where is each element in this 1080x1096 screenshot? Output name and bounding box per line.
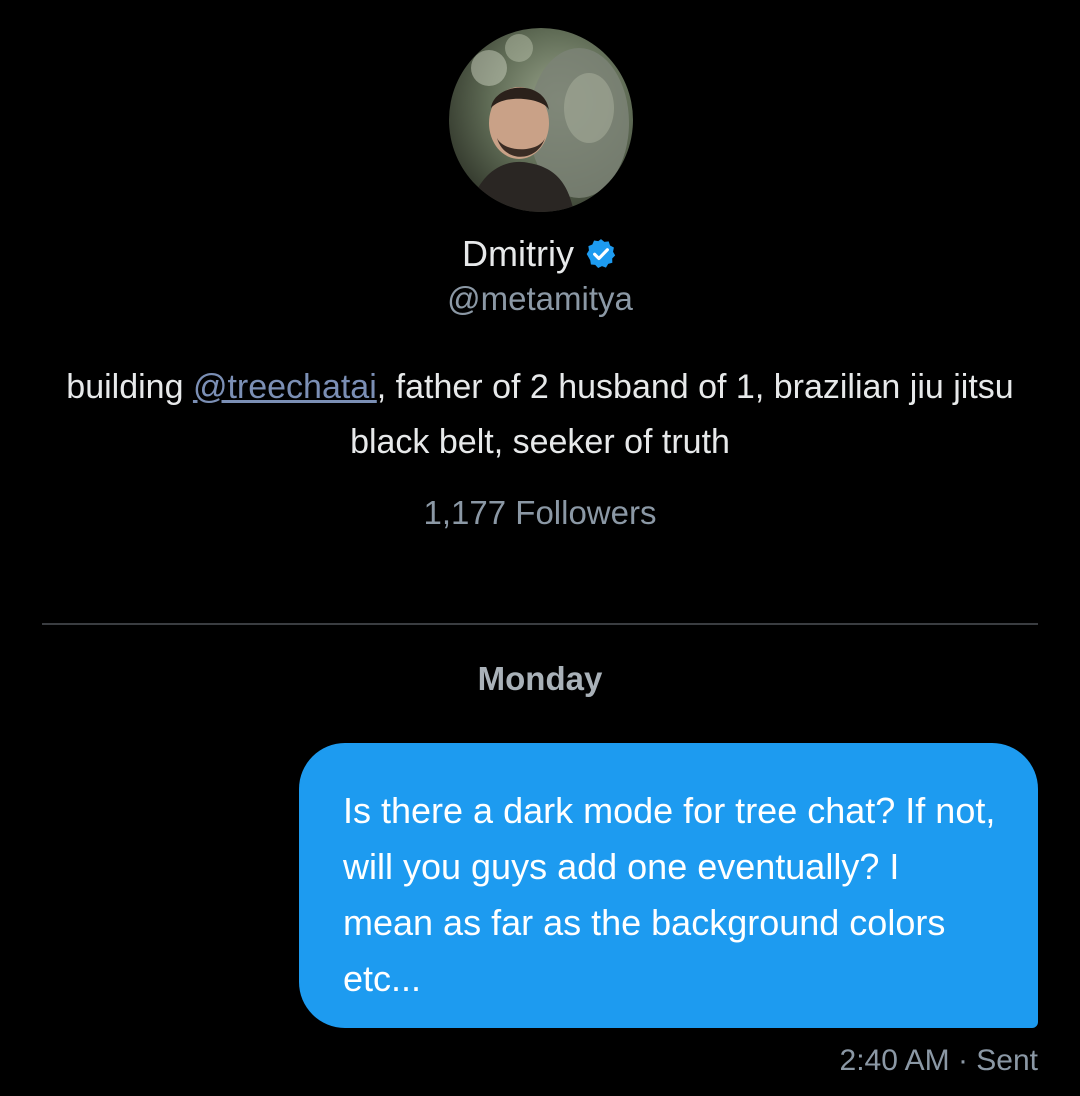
message-status: Sent: [976, 1044, 1038, 1077]
profile-bio: building @treechatai, father of 2 husban…: [60, 360, 1020, 470]
followers-label: Followers: [515, 494, 657, 531]
profile-avatar[interactable]: [449, 28, 633, 212]
followers-count[interactable]: 1,177 Followers: [0, 494, 1080, 532]
followers-number: 1,177: [423, 494, 507, 531]
message-bubble[interactable]: Is there a dark mode for tree chat? If n…: [299, 743, 1038, 1028]
bio-text-suffix: , father of 2 husband of 1, brazilian ji…: [350, 368, 1014, 461]
message-time: 2:40 AM: [839, 1044, 950, 1077]
divider: [42, 623, 1038, 625]
bio-text-prefix: building: [66, 368, 193, 406]
profile-handle: @metamitya: [447, 280, 633, 317]
profile-name-row: Dmitriy: [0, 228, 1080, 280]
verified-badge-icon: [584, 237, 618, 271]
meta-separator: ·: [957, 1044, 968, 1077]
message-meta: 2:40 AM · Sent: [840, 1044, 1038, 1078]
date-separator: Monday: [477, 660, 603, 697]
profile-name: Dmitriy: [462, 233, 574, 274]
bio-mention-link[interactable]: @treechatai: [193, 368, 377, 406]
